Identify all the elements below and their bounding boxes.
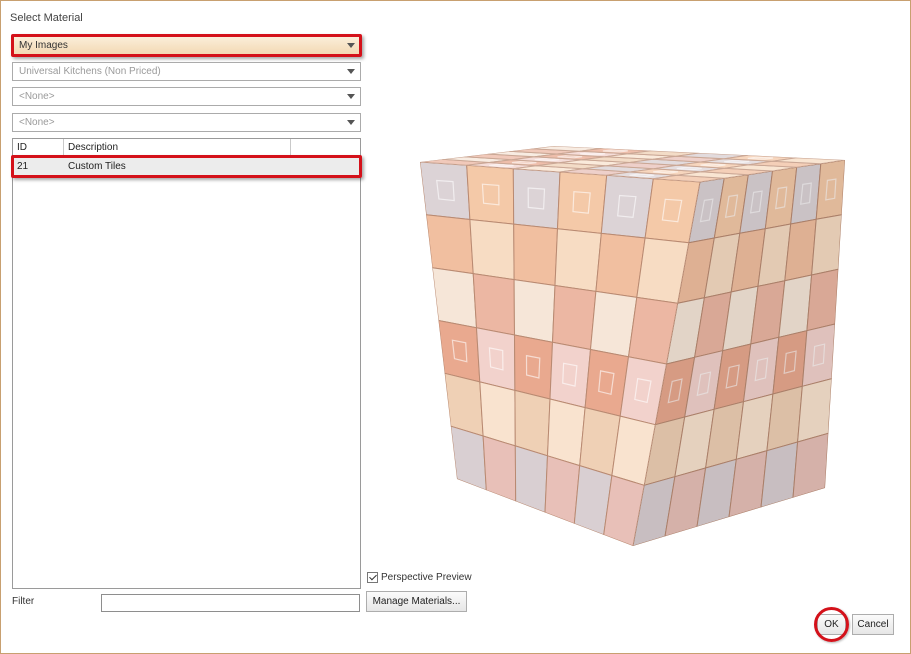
- chevron-down-icon[interactable]: [347, 69, 355, 74]
- chevron-down-icon[interactable]: [347, 94, 355, 99]
- subcategory-dropdown-value: <None>: [19, 117, 55, 128]
- library-dropdown[interactable]: My Images: [12, 36, 361, 55]
- chevron-down-icon[interactable]: [347, 120, 355, 125]
- catalog-dropdown-value: Universal Kitchens (Non Priced): [19, 66, 161, 77]
- column-header-description[interactable]: Description: [64, 139, 291, 157]
- material-preview-cube: [415, 130, 845, 550]
- category-dropdown-value: <None>: [19, 91, 55, 102]
- table-row[interactable]: 21 Custom Tiles: [13, 158, 360, 175]
- manage-materials-button[interactable]: Manage Materials...: [366, 591, 467, 612]
- materials-grid[interactable]: ID Description 21 Custom Tiles: [12, 138, 361, 589]
- column-header-id[interactable]: ID: [13, 139, 64, 157]
- subcategory-dropdown[interactable]: <None>: [12, 113, 361, 132]
- cancel-button[interactable]: Cancel: [852, 614, 894, 635]
- perspective-checkbox[interactable]: [367, 572, 378, 583]
- catalog-dropdown[interactable]: Universal Kitchens (Non Priced): [12, 62, 361, 81]
- filter-input[interactable]: [101, 594, 360, 612]
- grid-header: ID Description: [13, 139, 360, 157]
- library-dropdown-value: My Images: [19, 40, 68, 51]
- dialog-title: Select Material: [10, 12, 83, 24]
- category-dropdown[interactable]: <None>: [12, 87, 361, 106]
- chevron-down-icon[interactable]: [347, 43, 355, 48]
- perspective-preview-toggle[interactable]: Perspective Preview: [367, 571, 472, 584]
- filter-label: Filter: [12, 596, 35, 607]
- cube-image: [420, 146, 845, 546]
- row-id: 21: [17, 161, 29, 172]
- perspective-label: Perspective Preview: [381, 572, 472, 583]
- ok-button[interactable]: OK: [817, 614, 846, 635]
- row-description: Custom Tiles: [68, 161, 126, 172]
